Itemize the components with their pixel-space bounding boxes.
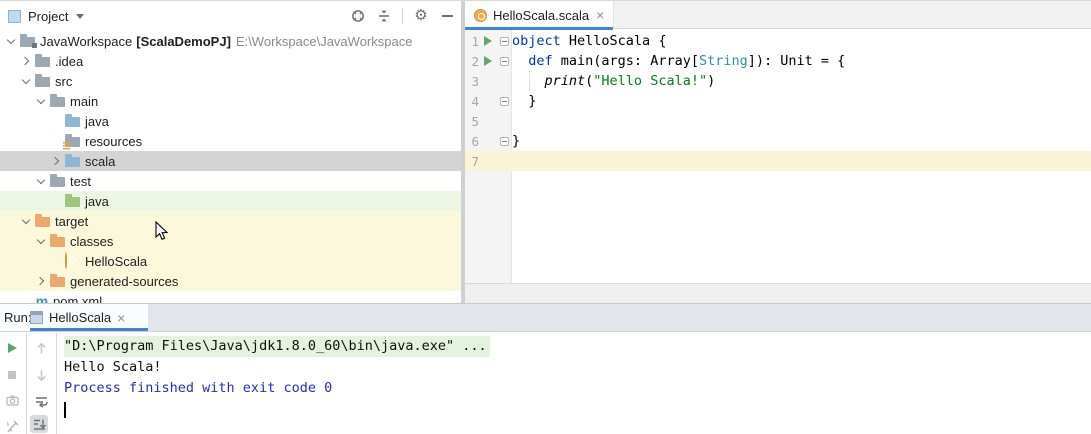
code-line: 7 <box>471 153 479 169</box>
source-folder-icon <box>64 113 82 129</box>
soft-wrap-icon[interactable] <box>32 392 50 410</box>
down-arrow-icon[interactable] <box>32 366 50 384</box>
tree-item-target[interactable]: target <box>0 211 461 231</box>
tree-item-classes[interactable]: classes <box>0 231 461 251</box>
folder-icon <box>34 73 52 89</box>
project-header: Project ⚙ <box>0 1 461 31</box>
text-cursor <box>64 402 66 418</box>
tree-item-scala[interactable]: scala <box>0 151 461 171</box>
code-line: 2 def main(args: Array[String]): Unit = … <box>471 53 846 69</box>
run-tab-helloscala[interactable]: HelloScala × <box>30 304 125 331</box>
chevron-right-icon[interactable] <box>18 53 34 69</box>
hide-panel-button[interactable] <box>439 8 455 24</box>
code-line: 6 } <box>471 133 521 149</box>
tree-item-helloscala-class[interactable]: HelloScala <box>0 251 461 271</box>
project-tool-window: Project ⚙ JavaWorkspace [ScalaDemoPJ] E:… <box>0 1 461 303</box>
folder-icon <box>49 173 67 189</box>
scala-object-icon <box>474 8 487 22</box>
run-arrow-icon <box>483 36 492 46</box>
chevron-down-icon[interactable] <box>33 173 49 189</box>
excluded-folder-icon <box>49 273 67 289</box>
code-line: 4 } <box>471 93 537 109</box>
chevron-down-icon[interactable] <box>3 33 19 49</box>
separator <box>402 8 403 24</box>
chevron-down-icon[interactable] <box>33 233 49 249</box>
tree-item-main-java[interactable]: java <box>0 111 461 131</box>
code-line: 5 <box>471 113 479 129</box>
fold-toggle[interactable] <box>496 136 512 146</box>
console-icon <box>30 311 43 324</box>
run-line-button[interactable] <box>479 36 496 46</box>
folder-icon <box>34 53 52 69</box>
code-editor[interactable]: 1 object HelloScala { 2 def main(args: A… <box>465 30 1091 283</box>
ide-window: Project ⚙ JavaWorkspace [ScalaDemoPJ] E:… <box>0 0 1091 434</box>
stop-button[interactable] <box>3 366 21 384</box>
separator <box>56 333 57 434</box>
broom-icon[interactable] <box>3 417 21 434</box>
project-title[interactable]: Project <box>28 9 68 24</box>
tree-item-idea[interactable]: .idea <box>0 51 461 71</box>
run-arrow-icon <box>483 56 492 66</box>
console-command-line: "D:\Program Files\Java\jdk1.8.0_60\bin\j… <box>64 336 1091 357</box>
tree-item-resources[interactable]: resources <box>0 131 461 151</box>
excluded-folder-icon <box>34 213 52 229</box>
source-folder-icon <box>64 153 82 169</box>
rerun-button[interactable] <box>3 339 21 357</box>
fold-toggle[interactable] <box>496 36 512 46</box>
tree-item-main[interactable]: main <box>0 91 461 111</box>
chevron-down-icon[interactable] <box>76 13 85 19</box>
run-tool-window: Run: HelloScala × "D:\Program Files\Java… <box>0 303 1091 434</box>
up-arrow-icon[interactable] <box>32 339 50 357</box>
resources-folder-icon <box>63 133 82 150</box>
tree-item-javaworkspace[interactable]: JavaWorkspace [ScalaDemoPJ] E:\Workspace… <box>0 31 461 51</box>
folder-icon <box>49 93 67 109</box>
tree-item-pom-xml[interactable]: m pom.xml <box>0 291 461 304</box>
gear-icon[interactable]: ⚙ <box>413 8 429 24</box>
chevron-down-icon[interactable] <box>18 73 34 89</box>
mouse-cursor <box>155 221 169 241</box>
fold-toggle[interactable] <box>496 96 512 106</box>
code-line: 3 print("Hello Scala!") <box>471 73 716 89</box>
chevron-down-icon[interactable] <box>18 213 34 229</box>
fold-toggle[interactable] <box>496 56 512 66</box>
chevron-right-icon[interactable] <box>48 153 64 169</box>
excluded-folder-icon <box>49 233 67 249</box>
console-system-line: Process finished with exit code 0 <box>64 380 333 396</box>
collapse-all-button[interactable] <box>376 8 392 24</box>
maven-icon: m <box>35 293 49 303</box>
tree-item-test-java[interactable]: java <box>0 191 461 211</box>
editor-pane: HelloScala.scala × 1 object HelloScala {… <box>465 1 1091 303</box>
scroll-to-end-icon[interactable] <box>30 415 48 433</box>
chevron-right-icon[interactable] <box>33 273 49 289</box>
run-label: Run: <box>4 310 32 325</box>
console-output[interactable]: "D:\Program Files\Java\jdk1.8.0_60\bin\j… <box>64 336 1091 418</box>
close-icon[interactable]: × <box>117 311 125 325</box>
run-header: Run: HelloScala × <box>0 304 1091 332</box>
separator <box>26 333 27 434</box>
tree-item-generated-sources[interactable]: generated-sources <box>0 271 461 291</box>
project-tree: JavaWorkspace [ScalaDemoPJ] E:\Workspace… <box>0 31 461 303</box>
tree-item-src[interactable]: src <box>0 71 461 91</box>
camera-icon[interactable] <box>3 391 21 409</box>
editor-tab-bar: HelloScala.scala × <box>465 1 1091 30</box>
test-source-folder-icon <box>64 193 82 209</box>
run-line-button[interactable] <box>479 56 496 66</box>
code-line: 1 object HelloScala { <box>471 33 667 49</box>
close-icon[interactable]: × <box>596 8 604 22</box>
run-console-area: "D:\Program Files\Java\jdk1.8.0_60\bin\j… <box>0 333 1091 434</box>
project-window-icon <box>8 9 21 23</box>
tree-item-test[interactable]: test <box>0 171 461 191</box>
editor-tab-helloscala[interactable]: HelloScala.scala × <box>465 1 615 30</box>
scala-object-icon <box>64 252 82 269</box>
chevron-down-icon[interactable] <box>33 93 49 109</box>
locate-file-button[interactable] <box>350 8 366 24</box>
editor-bottom-scrollbar[interactable] <box>465 283 1091 303</box>
project-root-folder-icon <box>19 33 37 49</box>
console-stdout-line: Hello Scala! <box>64 359 162 375</box>
